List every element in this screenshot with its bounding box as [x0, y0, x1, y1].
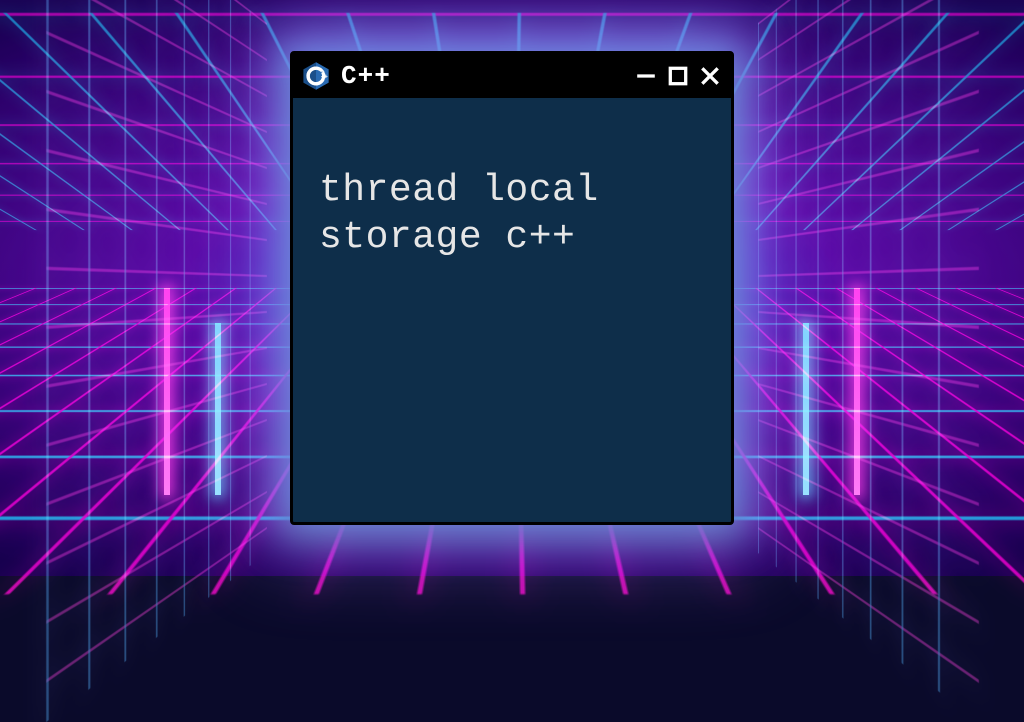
titlebar[interactable]: ++ C++: [293, 54, 731, 98]
neon-pillar: [803, 323, 809, 496]
window-title: C++: [341, 61, 391, 91]
app-window: ++ C++ thread local storage c++: [290, 51, 734, 525]
window-body: thread local storage c++: [293, 98, 731, 522]
minimize-button[interactable]: [635, 65, 657, 87]
cpp-logo-icon: ++: [301, 61, 331, 91]
window-controls: [635, 65, 721, 87]
close-button[interactable]: [699, 65, 721, 87]
neon-pillar: [215, 323, 221, 496]
neon-pillar: [854, 288, 860, 495]
maximize-button[interactable]: [667, 65, 689, 87]
body-text: thread local storage c++: [319, 169, 599, 258]
neon-pillar: [164, 288, 170, 495]
